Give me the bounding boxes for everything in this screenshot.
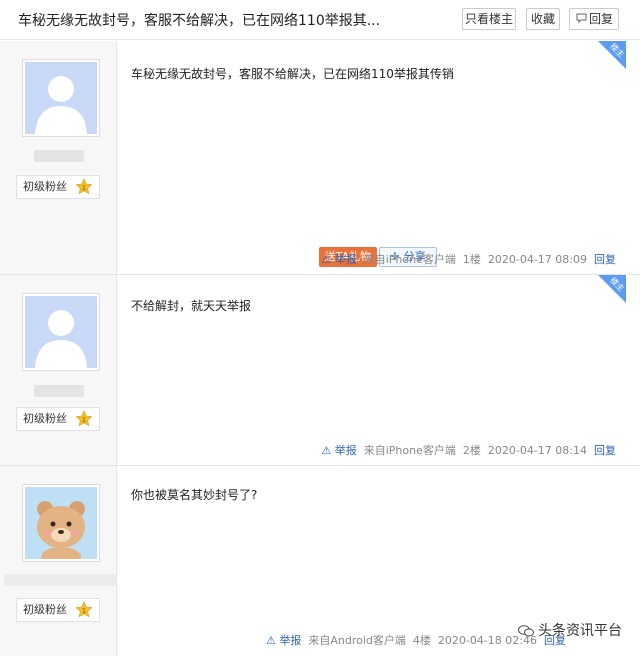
post-meta: ⚠ 举报 来自iPhone客户端 2楼 2020-04-17 08:14 回复 bbox=[321, 442, 616, 458]
op-ribbon: 楼主 bbox=[598, 275, 626, 303]
reply-button-label: 回复 bbox=[588, 12, 613, 26]
post-time: 2020-04-17 08:14 bbox=[487, 444, 587, 457]
floor-number: 1楼 bbox=[462, 253, 481, 266]
report-link[interactable]: 举报 bbox=[279, 634, 301, 647]
post-reply-link[interactable]: 回复 bbox=[594, 253, 616, 266]
post-content: 楼主 不给解封，就天天举报 ⚠ 举报 来自iPhone客户端 2楼 2020-0… bbox=[117, 275, 626, 465]
avatar[interactable] bbox=[22, 484, 100, 562]
post-text: 不给解封，就天天举报 bbox=[131, 299, 252, 313]
warning-icon: ⚠ bbox=[321, 253, 332, 266]
floor-number: 2楼 bbox=[462, 444, 481, 457]
svg-text:1: 1 bbox=[82, 184, 86, 192]
client-source: 来自Android客户端 bbox=[308, 634, 406, 647]
user-level-badge: 初级粉丝 1 bbox=[16, 598, 100, 622]
post-floor-1: 初级粉丝 1 楼主 车秘无缘无故封号，客服不给解决，已在网络110举报其传销 送… bbox=[0, 41, 640, 275]
author-panel: 初级粉丝 1 bbox=[0, 41, 117, 274]
svg-text:1: 1 bbox=[82, 416, 86, 424]
level-star-icon: 1 bbox=[75, 601, 93, 618]
report-link[interactable]: 举报 bbox=[335, 444, 357, 457]
thread-header: 车秘无缘无故封号，客服不给解决，已在网络110举报其... 只看楼主 收藏 回复 bbox=[0, 0, 640, 40]
warning-icon: ⚠ bbox=[265, 634, 276, 647]
avatar[interactable] bbox=[22, 293, 100, 371]
post-content: 楼主 车秘无缘无故封号，客服不给解决，已在网络110举报其传销 送TA礼物 ✛ 分… bbox=[117, 41, 626, 274]
author-panel: 初级粉丝 1 bbox=[0, 275, 117, 465]
level-label: 初级粉丝 bbox=[23, 603, 67, 616]
watermark: 头条资讯平台 bbox=[518, 620, 622, 640]
username-blurred[interactable] bbox=[4, 574, 116, 586]
default-avatar-icon bbox=[35, 310, 87, 368]
username-blurred[interactable] bbox=[34, 385, 84, 397]
svg-text:1: 1 bbox=[82, 607, 86, 615]
avatar[interactable] bbox=[22, 59, 100, 137]
client-source: 来自iPhone客户端 bbox=[363, 253, 456, 266]
op-ribbon: 楼主 bbox=[598, 41, 626, 69]
post-floor-2: 初级粉丝 1 楼主 不给解封，就天天举报 ⚠ 举报 来自iPhone客户端 2楼… bbox=[0, 275, 640, 466]
default-avatar-icon bbox=[35, 76, 87, 134]
bear-avatar-icon bbox=[37, 501, 85, 559]
post-reply-link[interactable]: 回复 bbox=[594, 444, 616, 457]
user-level-badge: 初级粉丝 1 bbox=[16, 175, 100, 199]
floor-number: 4楼 bbox=[412, 634, 431, 647]
post-time: 2020-04-17 08:09 bbox=[487, 253, 587, 266]
user-level-badge: 初级粉丝 1 bbox=[16, 407, 100, 431]
favorite-button[interactable]: 收藏 bbox=[526, 8, 560, 30]
warning-icon: ⚠ bbox=[321, 444, 332, 457]
post-text: 你也被莫名其妙封号了? bbox=[131, 488, 258, 502]
client-source: 来自iPhone客户端 bbox=[363, 444, 456, 457]
wechat-icon bbox=[518, 625, 534, 637]
level-star-icon: 1 bbox=[75, 178, 93, 195]
post-meta: ⚠ 举报 来自iPhone客户端 1楼 2020-04-17 08:09 回复 bbox=[321, 251, 616, 267]
thread-title: 车秘无缘无故封号，客服不给解决，已在网络110举报其... bbox=[18, 13, 381, 29]
level-star-icon: 1 bbox=[75, 410, 93, 427]
post-text: 车秘无缘无故封号，客服不给解决，已在网络110举报其传销 bbox=[131, 67, 454, 81]
level-label: 初级粉丝 bbox=[23, 412, 67, 425]
comment-icon bbox=[576, 13, 587, 24]
report-link[interactable]: 举报 bbox=[335, 253, 357, 266]
author-panel: 初级粉丝 1 bbox=[0, 466, 117, 656]
reply-button[interactable]: 回复 bbox=[569, 8, 619, 30]
only-op-button[interactable]: 只看楼主 bbox=[462, 8, 516, 30]
username-blurred[interactable] bbox=[34, 150, 84, 162]
level-label: 初级粉丝 bbox=[23, 180, 67, 193]
